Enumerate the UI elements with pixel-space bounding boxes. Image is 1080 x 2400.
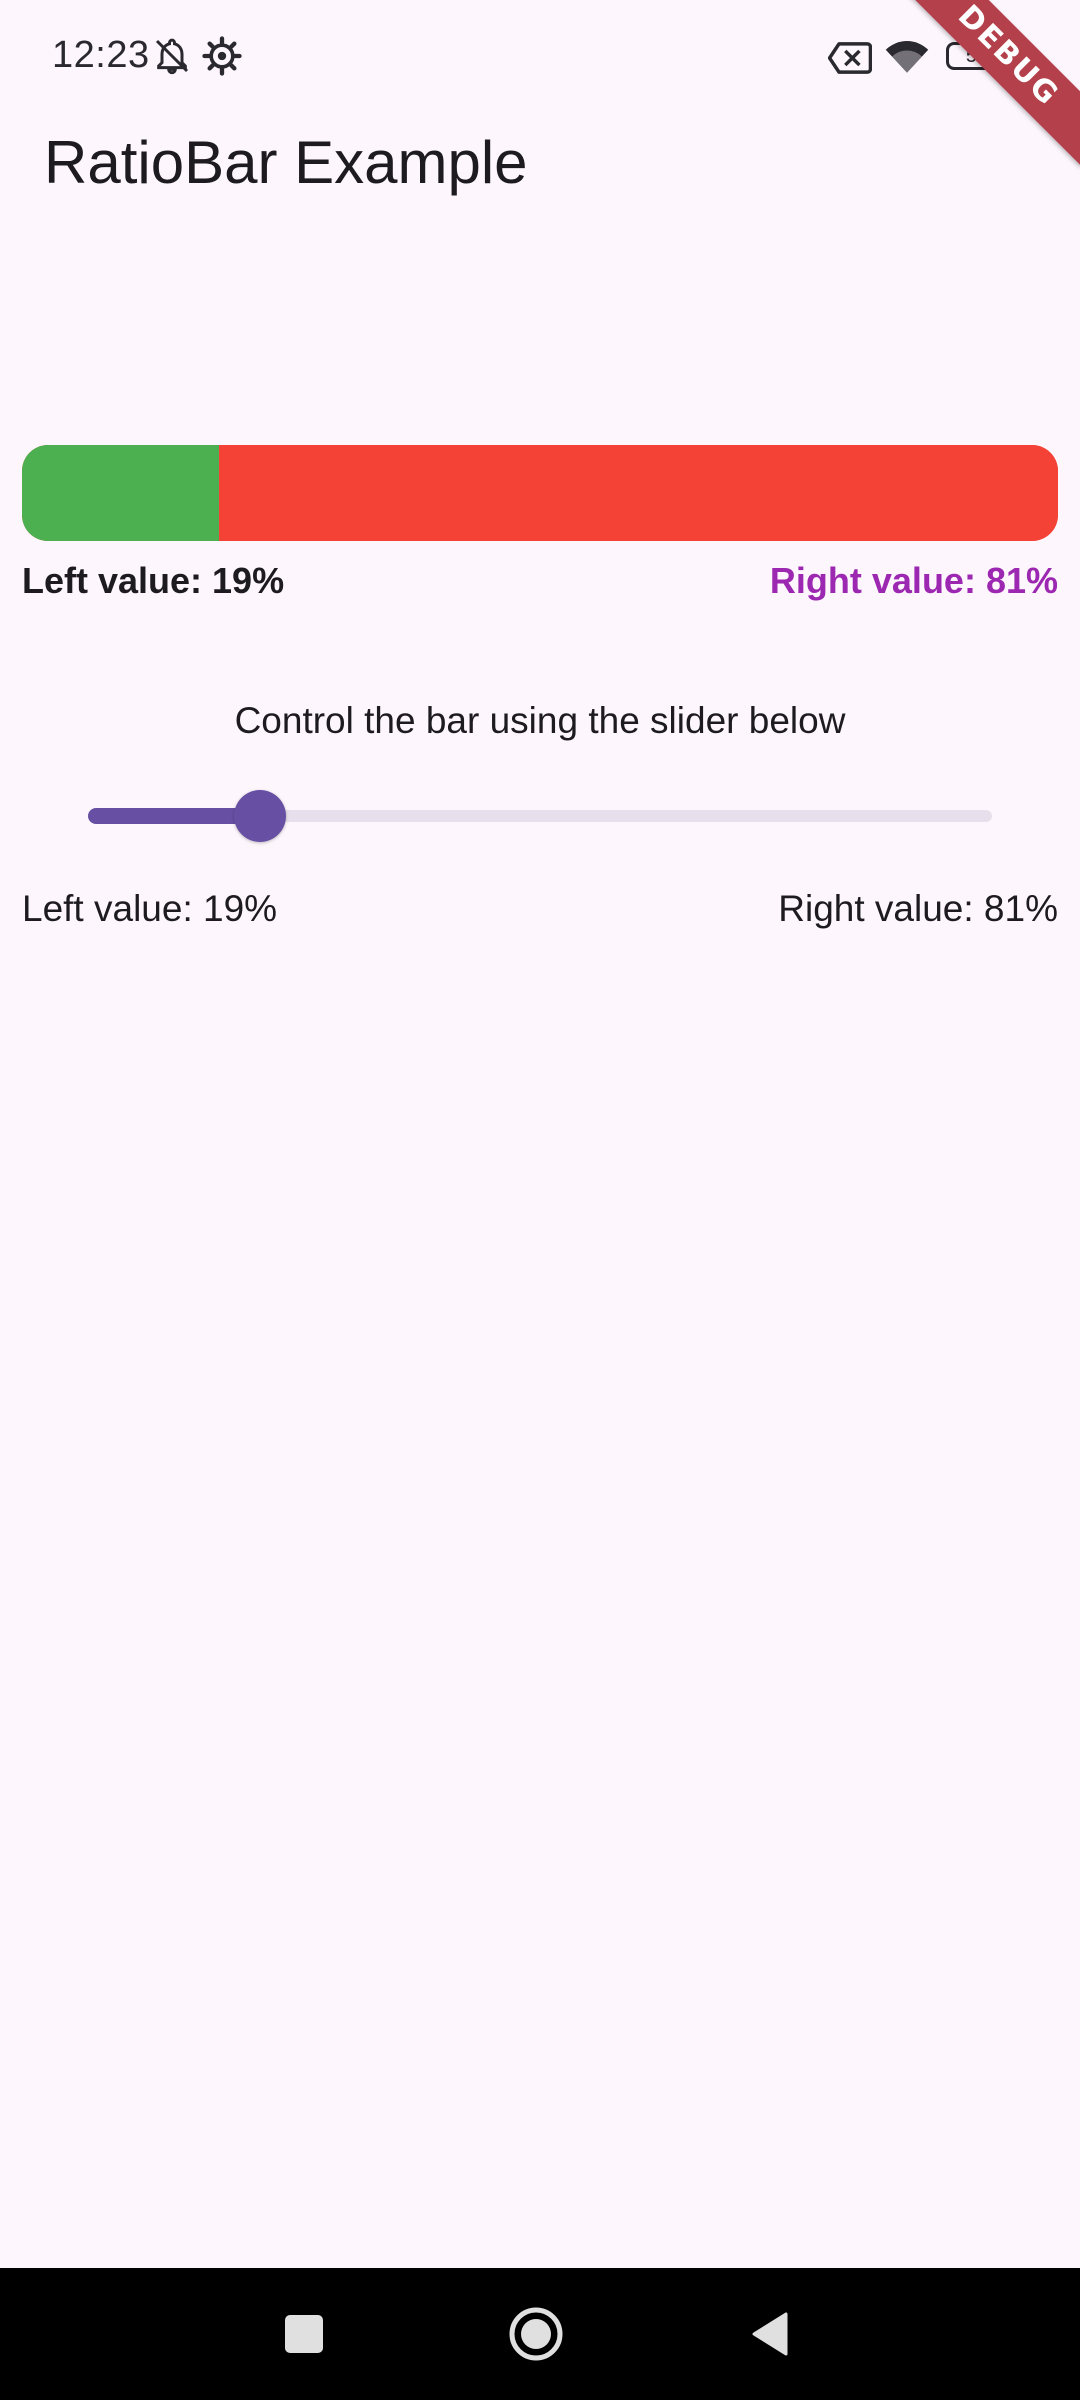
- ratio-left-value-label: Left value: 19%: [22, 560, 285, 601]
- ratio-bar-right-segment: [218, 445, 1058, 541]
- slider-right-value-label: Right value: 81%: [778, 888, 1058, 929]
- system-nav-bar: [0, 2268, 1080, 2400]
- slider-thumb[interactable]: [233, 790, 286, 842]
- ratio-slider[interactable]: [88, 790, 992, 842]
- settings-icon: [202, 36, 242, 76]
- recents-icon[interactable]: [274, 2304, 334, 2364]
- no-sim-icon: [828, 42, 872, 74]
- ratio-right-value-label: Right value: 81%: [769, 560, 1058, 601]
- ratio-bar-left-segment: [22, 445, 219, 541]
- home-icon[interactable]: [506, 2304, 566, 2364]
- slider-left-value-label: Left value: 19%: [22, 888, 278, 929]
- ratio-bar: [22, 445, 1058, 541]
- status-bar: 12:23 54: [0, 0, 1080, 110]
- status-time: 12:23: [52, 34, 150, 76]
- bell-off-icon: [155, 38, 189, 75]
- back-icon[interactable]: [740, 2304, 800, 2364]
- page-title: RatioBar Example: [44, 129, 528, 196]
- slider-caption: Control the bar using the slider below: [234, 700, 846, 741]
- wifi-icon: [885, 41, 929, 73]
